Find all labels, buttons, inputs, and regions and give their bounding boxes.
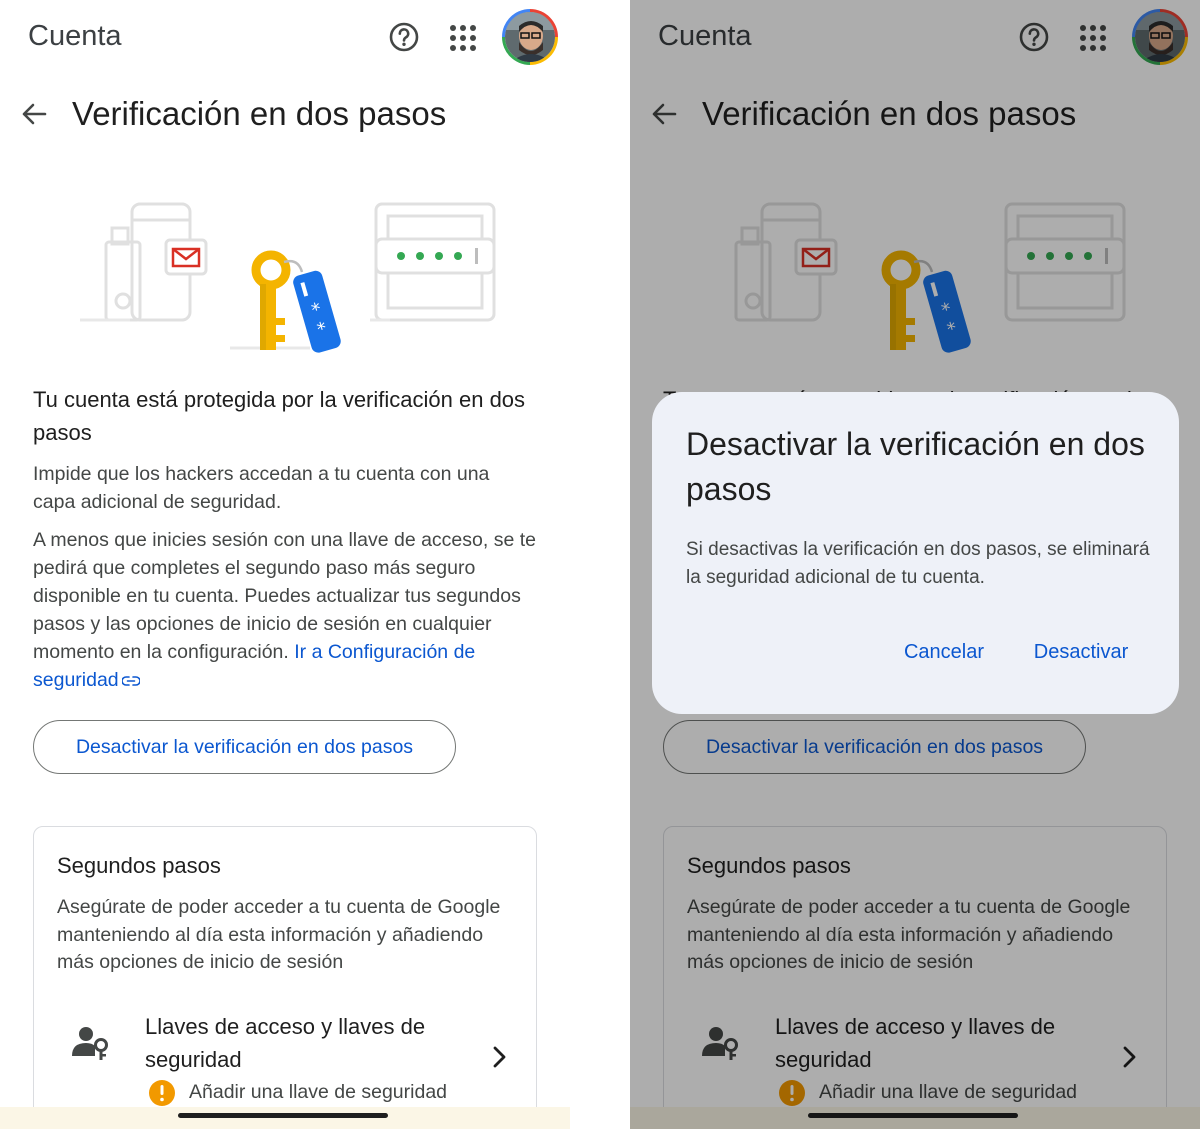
divider-gap: [570, 0, 630, 1129]
chevron-right-icon: [493, 1046, 506, 1068]
dialog-text: Si desactivas la verificación en dos pas…: [686, 539, 1150, 588]
confirm-deactivate-button[interactable]: Desactivar: [1022, 634, 1140, 670]
cancel-button[interactable]: Cancelar: [890, 634, 998, 670]
back-arrow-icon[interactable]: [20, 100, 48, 128]
protection-intro: Impide que los hackers accedan a tu cuen…: [33, 463, 490, 513]
avatar[interactable]: [502, 9, 558, 65]
apps-grid-icon[interactable]: [449, 24, 477, 52]
two-step-illustration: * *: [80, 202, 496, 353]
link-icon: [121, 676, 140, 686]
dialog-title: Desactivar la verificación en dos pasos: [686, 426, 1145, 507]
protection-body: A menos que inicies sesión con una llave…: [33, 526, 538, 694]
deactivate-dialog: Desactivar la verificación en dos pasos …: [652, 392, 1179, 714]
avatar-photo: [505, 12, 555, 62]
second-steps-description: Asegúrate de poder acceder a tu cuenta d…: [57, 896, 501, 973]
person-key-icon: [72, 1027, 108, 1060]
warning-icon: [149, 1080, 175, 1106]
second-steps-card: Segundos pasos Asegúrate de poder accede…: [33, 826, 537, 1129]
gesture-bar: [0, 1107, 570, 1129]
passkeys-row-title: Llaves de acceso y llaves de seguridad: [145, 1014, 426, 1072]
deactivate-2sv-button[interactable]: Desactivar la verificación en dos pasos: [33, 720, 456, 774]
page-title: Verificación en dos pasos: [72, 95, 447, 132]
second-steps-title: Segundos pasos: [57, 853, 221, 878]
screen-dialog: Cuenta Verificación en dos pasos * * Des…: [630, 0, 1200, 1129]
protection-heading: Tu cuenta está protegida por la verifica…: [33, 387, 526, 445]
help-icon[interactable]: [388, 21, 420, 53]
app-title: Cuenta: [28, 20, 122, 52]
passkeys-row-subtitle: Añadir una llave de seguridad: [189, 1081, 448, 1103]
home-indicator[interactable]: [178, 1113, 388, 1118]
screen-main: Cuenta Verificación en dos pasos * * Tu …: [0, 0, 570, 1129]
